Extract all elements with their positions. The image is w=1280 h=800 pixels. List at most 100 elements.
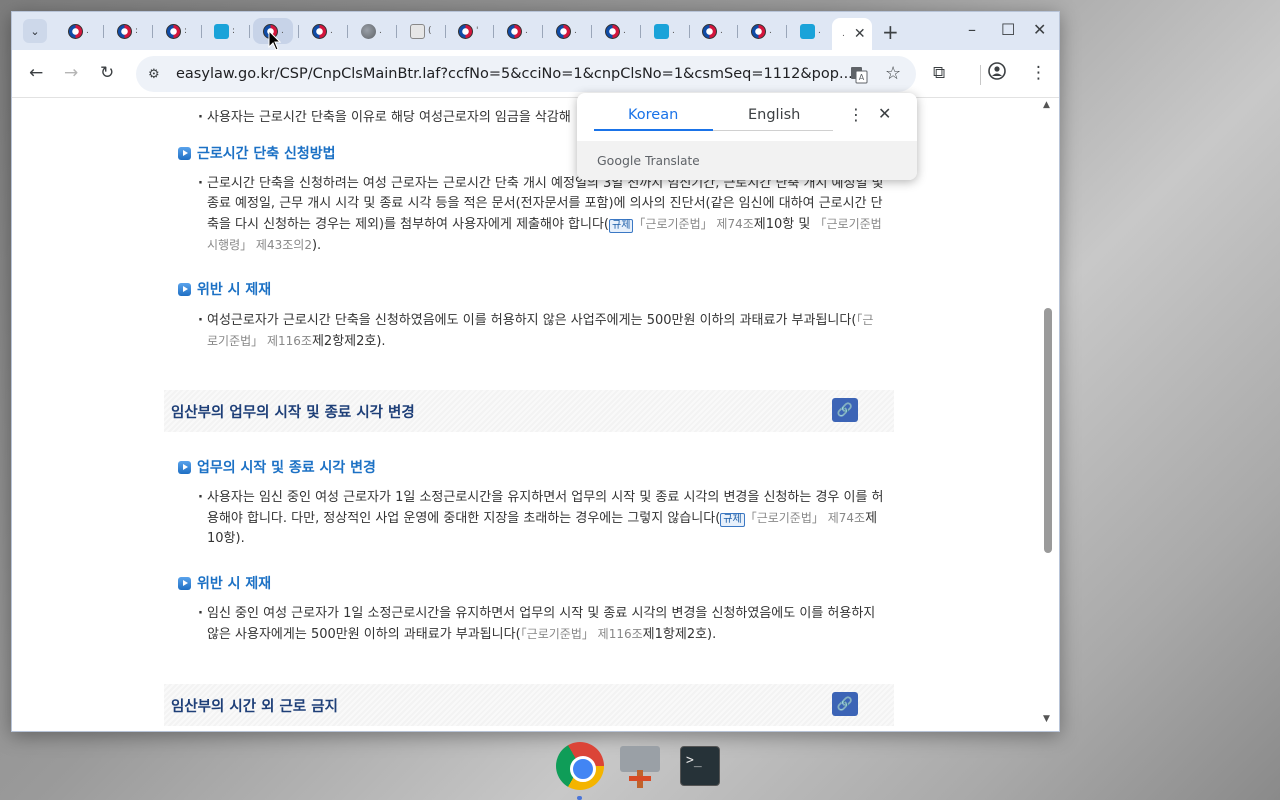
link-icon[interactable]: 🔗 — [832, 692, 858, 716]
browser-tab[interactable]: ' — [448, 18, 486, 44]
toolbar-divider — [980, 65, 981, 85]
tab-label: ( — [428, 26, 432, 36]
browser-tab[interactable]: . — [692, 18, 730, 44]
tab-label: . — [672, 26, 675, 36]
gov-favicon-icon — [702, 23, 717, 39]
tab-label: . — [720, 26, 723, 36]
back-button[interactable]: ← — [29, 63, 43, 83]
translate-label: Translate — [645, 153, 700, 168]
tab-separator — [493, 25, 494, 38]
browser-tab[interactable]: . — [790, 18, 828, 44]
tab-label: . — [623, 26, 626, 36]
tab-label: . — [330, 26, 333, 36]
tab-label: . — [525, 26, 528, 36]
tab-label: . — [86, 26, 89, 36]
tab-separator — [152, 25, 153, 38]
globe-favicon-icon — [361, 23, 376, 39]
profile-icon[interactable] — [988, 62, 1006, 85]
tab-separator — [103, 25, 104, 38]
arrow-bullet-icon — [178, 576, 191, 590]
browser-tab[interactable]: . — [302, 18, 340, 44]
browser-tab[interactable]: . — [58, 18, 96, 44]
tab-source-language[interactable]: Korean — [628, 107, 678, 123]
translate-popup: Korean English ⋮ ✕ Google Translate — [577, 93, 917, 180]
law-favicon-icon — [800, 23, 815, 39]
law-link[interactable]: 「근로기준법」 제116조 — [521, 627, 643, 641]
paragraph-violation-sanction: 여성근로자가 근로시간 단축을 신청하였음에도 이를 허용하지 않은 사업주에게… — [198, 310, 884, 352]
menu-kebab-icon[interactable]: ⋮ — [1030, 63, 1047, 83]
site-info-icon[interactable]: ⚙ — [148, 67, 164, 82]
tab-separator — [347, 25, 348, 38]
browser-tab[interactable]: : — [156, 18, 194, 44]
terminal-icon[interactable]: >_ — [680, 746, 720, 786]
arrow-bullet-icon — [178, 146, 191, 160]
tab-separator — [298, 25, 299, 38]
paragraph-time-change: 사용자는 임신 중인 여성 근로자가 1일 소정근로시간을 유지하면서 업무의 … — [198, 488, 884, 549]
paragraph-apply-method: 근로시간 단축을 신청하려는 여성 근로자는 근로시간 단축 개시 예정일의 3… — [198, 174, 884, 256]
scroll-down-arrow[interactable]: ▼ — [1043, 714, 1050, 724]
scroll-up-arrow[interactable]: ▲ — [1043, 100, 1050, 110]
browser-toolbar: ← → ↻ ⚙ easylaw.go.kr/CSP/CnpClsMainBtr.… — [12, 50, 1059, 98]
browser-tab[interactable]: : — [204, 18, 242, 44]
browser-tab[interactable]: . — [546, 18, 584, 44]
tab-separator — [445, 25, 446, 38]
reload-button[interactable]: ↻ — [100, 63, 114, 83]
subheading-violation-sanction-2: 위반 시 제재 — [178, 573, 271, 593]
close-icon[interactable]: ✕ — [878, 104, 891, 123]
arrow-bullet-icon — [178, 460, 191, 474]
link-icon[interactable]: 🔗 — [832, 398, 858, 422]
law-link[interactable]: 「근로기준법」 제74조 — [633, 217, 753, 231]
more-options-icon[interactable]: ⋮ — [848, 105, 864, 124]
browser-tab[interactable]: . — [497, 18, 535, 44]
tab-separator — [689, 25, 690, 38]
tab-separator — [591, 25, 592, 38]
translate-footer: Google Translate — [577, 141, 917, 180]
regulation-badge[interactable]: 규제 — [609, 219, 634, 233]
subheading-time-change: 업무의 시작 및 종료 시각 변경 — [178, 457, 376, 477]
gov-favicon-icon — [68, 23, 83, 39]
tab-separator — [396, 25, 397, 38]
chrome-icon[interactable] — [556, 742, 604, 790]
tab-label: : — [232, 26, 236, 36]
section-header-overtime-ban: 임산부의 시간 외 근로 금지 🔗 — [164, 684, 894, 726]
tab-label: . — [379, 26, 382, 36]
tab-search-button[interactable]: ⌄ — [23, 19, 47, 43]
address-bar[interactable]: ⚙ easylaw.go.kr/CSP/CnpClsMainBtr.laf?cc… — [136, 56, 916, 92]
browser-tab[interactable]: . — [741, 18, 779, 44]
url-text[interactable]: easylaw.go.kr/CSP/CnpClsMainBtr.laf?ccfN… — [176, 66, 856, 82]
new-tab-button[interactable]: + — [882, 20, 899, 44]
tab-active[interactable]: . ✕ — [832, 18, 872, 50]
minimize-button[interactable]: – — [968, 20, 976, 39]
browser-tab[interactable]: . — [351, 18, 389, 44]
gov-favicon-icon — [117, 23, 132, 39]
tools-icon[interactable] — [620, 744, 660, 790]
browser-tab[interactable]: . — [595, 18, 633, 44]
gov-favicon-icon — [605, 23, 620, 39]
arrow-bullet-icon — [178, 282, 191, 296]
translate-icon[interactable]: A — [850, 66, 868, 88]
law-favicon-icon — [654, 23, 669, 39]
tab-separator — [249, 25, 250, 38]
forward-button[interactable]: → — [64, 63, 78, 83]
law-favicon-icon — [214, 23, 229, 39]
gov-favicon-icon — [312, 23, 327, 39]
window-close-button[interactable]: ✕ — [1033, 20, 1046, 39]
gov-favicon-icon — [556, 23, 571, 39]
section-title: 임산부의 시간 외 근로 금지 — [171, 698, 338, 715]
tab-label: . — [842, 29, 845, 39]
section-header-start-end-time: 임산부의 업무의 시작 및 종료 시각 변경 🔗 — [164, 390, 894, 432]
browser-tab[interactable]: . — [644, 18, 682, 44]
regulation-badge[interactable]: 규제 — [720, 513, 745, 527]
extensions-icon[interactable]: ⧉ — [933, 63, 945, 83]
tab-target-language[interactable]: English — [748, 107, 800, 123]
law-link[interactable]: 「근로기준법」 제74조 — [745, 511, 865, 525]
tab-separator — [201, 25, 202, 38]
browser-tab[interactable]: ( — [400, 18, 438, 44]
maximize-button[interactable]: ☐ — [1001, 20, 1015, 39]
tab-label: : — [184, 26, 188, 36]
browser-tab[interactable]: : — [107, 18, 145, 44]
scrollbar-thumb[interactable] — [1044, 308, 1052, 553]
close-icon[interactable]: ✕ — [854, 26, 866, 42]
bookmark-star-icon[interactable]: ☆ — [885, 63, 901, 84]
misc-favicon-icon — [410, 23, 425, 39]
